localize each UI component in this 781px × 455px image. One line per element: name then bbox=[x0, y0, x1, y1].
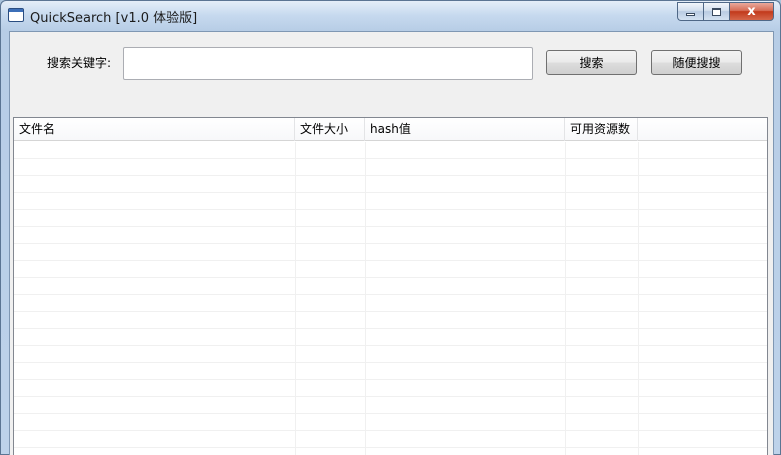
column-header-filler bbox=[638, 118, 767, 141]
table-row bbox=[14, 448, 767, 455]
table-row bbox=[14, 142, 767, 159]
table-row bbox=[14, 346, 767, 363]
table-row bbox=[14, 176, 767, 193]
app-window: QuickSearch [v1.0 体验版] x 搜索关键字: 搜索 随便搜搜 … bbox=[0, 0, 781, 455]
table-row bbox=[14, 244, 767, 261]
app-window-icon[interactable] bbox=[8, 8, 24, 22]
table-row bbox=[14, 380, 767, 397]
table-row bbox=[14, 210, 767, 227]
random-search-button[interactable]: 随便搜搜 bbox=[651, 50, 742, 75]
table-row bbox=[14, 193, 767, 210]
column-header-hash[interactable]: hash值 bbox=[365, 118, 565, 141]
table-row bbox=[14, 261, 767, 278]
table-row bbox=[14, 431, 767, 448]
table-row bbox=[14, 312, 767, 329]
minimize-button[interactable] bbox=[677, 2, 703, 21]
maximize-button[interactable] bbox=[703, 2, 729, 21]
column-header-sources[interactable]: 可用资源数 bbox=[565, 118, 638, 141]
table-row bbox=[14, 329, 767, 346]
table-row bbox=[14, 159, 767, 176]
window-title: QuickSearch [v1.0 体验版] bbox=[30, 11, 198, 26]
keyword-label: 搜索关键字: bbox=[47, 56, 112, 70]
table-header: 文件名 文件大小 hash值 可用资源数 bbox=[14, 118, 767, 141]
search-button[interactable]: 搜索 bbox=[546, 50, 637, 75]
table-row bbox=[14, 397, 767, 414]
maximize-icon bbox=[712, 7, 721, 16]
column-header-filesize[interactable]: 文件大小 bbox=[295, 118, 365, 141]
minimize-icon bbox=[686, 12, 695, 16]
close-button[interactable]: x bbox=[729, 2, 774, 21]
window-controls: x bbox=[677, 2, 774, 21]
title-bar[interactable]: QuickSearch [v1.0 体验版] x bbox=[1, 1, 780, 30]
table-row bbox=[14, 295, 767, 312]
close-icon: x bbox=[747, 4, 756, 19]
table-body bbox=[14, 142, 767, 455]
table-row bbox=[14, 227, 767, 244]
column-header-filename[interactable]: 文件名 bbox=[14, 118, 295, 141]
keyword-input[interactable] bbox=[123, 47, 533, 80]
main-panel: 搜索关键字: 搜索 随便搜搜 文件名 文件大小 hash值 可用资源数 bbox=[9, 31, 774, 455]
results-table[interactable]: 文件名 文件大小 hash值 可用资源数 bbox=[13, 117, 768, 455]
table-row bbox=[14, 278, 767, 295]
table-row bbox=[14, 414, 767, 431]
table-row bbox=[14, 363, 767, 380]
